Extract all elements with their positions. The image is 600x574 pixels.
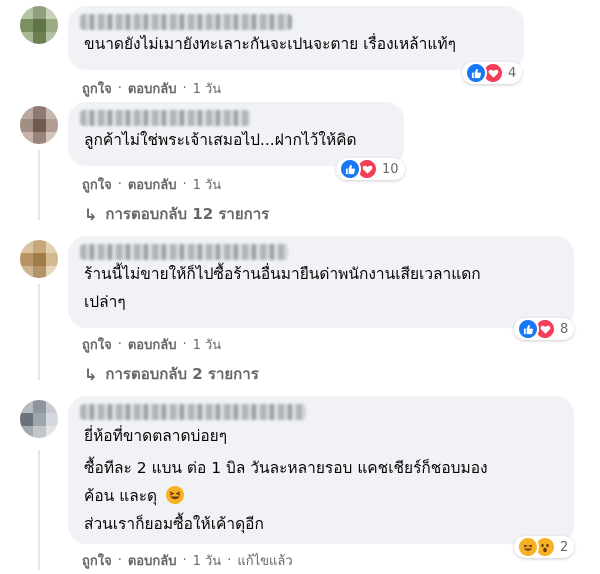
comment-text: เปล่าๆ — [84, 293, 126, 311]
timestamp[interactable]: 1 วัน — [193, 174, 222, 195]
avatar[interactable] — [20, 6, 58, 44]
comment-bubble: ขนาดยังไม่เมายังทะเลาะกันจะเปนจะตาย เรื่… — [68, 6, 524, 70]
like-button[interactable]: ถูกใจ — [82, 334, 112, 355]
replies-label: การตอบกลับ 12 รายการ — [105, 205, 270, 223]
like-reaction-icon — [465, 62, 487, 84]
like-button[interactable]: ถูกใจ — [82, 78, 112, 99]
reaction-summary[interactable]: 10 — [336, 158, 405, 180]
timestamp[interactable]: 1 วัน — [193, 78, 222, 99]
haha-reaction-icon — [517, 536, 539, 558]
timestamp[interactable]: 1 วัน — [193, 334, 222, 355]
view-replies-link[interactable]: ↳ การตอบกลับ 2 รายการ — [84, 362, 259, 386]
thread-line — [38, 284, 40, 380]
avatar[interactable] — [20, 240, 58, 278]
timestamp[interactable]: 1 วัน — [193, 550, 222, 571]
reply-button[interactable]: ตอบกลับ — [128, 550, 177, 571]
reaction-count: 2 — [560, 539, 569, 555]
reaction-summary[interactable]: 2 — [514, 536, 575, 558]
thread-line — [38, 150, 40, 220]
comment-bubble: ยี่ห้อที่ขาดตลาดบ่อยๆ ซื้อทีละ 2 แบน ต่อ… — [68, 396, 574, 544]
comment-text: ซื้อทีละ 2 แบน ต่อ 1 บิล วันละหลายรอบ แค… — [84, 459, 488, 477]
reply-arrow-icon: ↳ — [84, 204, 98, 224]
comment-text: ส่วนเราก็ยอมซื้อให้เค้าดุอีก — [84, 515, 264, 533]
comment-text: ค้อน และดุ — [84, 487, 158, 505]
comment-text: ร้านนี้ไม่ขายให้ก็ไปซื้อร้านอื่นมายืนด่า… — [84, 265, 481, 283]
comment-actions: ถูกใจ · ตอบกลับ · 1 วัน · แก้ไขแล้ว — [82, 550, 293, 571]
reaction-summary[interactable]: 8 — [514, 318, 575, 340]
comment-actions: ถูกใจ · ตอบกลับ · 1 วัน — [82, 174, 221, 195]
like-button[interactable]: ถูกใจ — [82, 550, 112, 571]
like-reaction-icon — [339, 158, 361, 180]
reply-button[interactable]: ตอบกลับ — [128, 78, 177, 99]
comment-text-line: ค้อน และดุ — [84, 482, 562, 510]
comment-actions: ถูกใจ · ตอบกลับ · 1 วัน — [82, 334, 221, 355]
reaction-count: 8 — [560, 321, 569, 337]
edited-label[interactable]: แก้ไขแล้ว — [237, 550, 292, 571]
view-replies-link[interactable]: ↳ การตอบกลับ 12 รายการ — [84, 202, 269, 226]
comment-actions: ถูกใจ · ตอบกลับ · 1 วัน — [82, 78, 221, 99]
thread-line — [38, 450, 40, 570]
like-reaction-icon — [517, 318, 539, 340]
commenter-name[interactable] — [80, 404, 306, 420]
avatar[interactable] — [20, 400, 58, 438]
comment-text: ลูกค้าไม่ใช่พระเจ้าเสมอไป...ฝากไว้ให้คิด — [84, 131, 357, 149]
commenter-name[interactable] — [80, 244, 288, 260]
reply-button[interactable]: ตอบกลับ — [128, 174, 177, 195]
comment-bubble: ลูกค้าไม่ใช่พระเจ้าเสมอไป...ฝากไว้ให้คิด — [68, 102, 404, 166]
reply-arrow-icon: ↳ — [84, 364, 98, 384]
reaction-summary[interactable]: 4 — [462, 62, 523, 84]
comment-text: ขนาดยังไม่เมายังทะเลาะกันจะเปนจะตาย เรื่… — [84, 35, 456, 53]
like-button[interactable]: ถูกใจ — [82, 174, 112, 195]
replies-label: การตอบกลับ 2 รายการ — [105, 365, 259, 383]
grinning-squint-emoji-icon — [166, 486, 185, 504]
comment-bubble: ร้านนี้ไม่ขายให้ก็ไปซื้อร้านอื่นมายืนด่า… — [68, 236, 574, 328]
reaction-count: 10 — [382, 161, 399, 177]
comment-text: ยี่ห้อที่ขาดตลาดบ่อยๆ — [84, 427, 228, 445]
reply-button[interactable]: ตอบกลับ — [128, 334, 177, 355]
commenter-name[interactable] — [80, 14, 292, 30]
avatar[interactable] — [20, 106, 58, 144]
commenter-name[interactable] — [80, 110, 250, 126]
reaction-count: 4 — [508, 65, 517, 81]
